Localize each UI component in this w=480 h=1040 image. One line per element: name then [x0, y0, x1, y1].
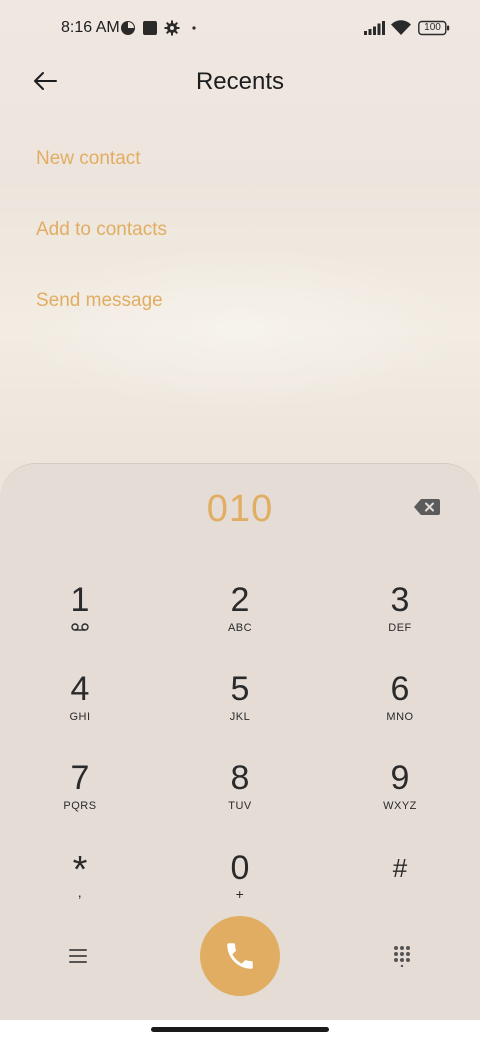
backspace-icon [414, 499, 440, 515]
key-4[interactable]: 4 GHI [20, 671, 140, 751]
gear-icon [164, 20, 180, 36]
phone-icon [227, 943, 253, 969]
backspace-button[interactable] [413, 497, 441, 517]
square-app-icon [142, 20, 158, 36]
status-bar: 8:16 AM 100 [0, 0, 480, 56]
menu-button[interactable] [58, 936, 98, 976]
key-6[interactable]: 6 MNO [340, 671, 460, 751]
wifi-icon [390, 20, 412, 36]
pie-chart-icon [120, 20, 136, 36]
app-bar: Recents [0, 56, 480, 108]
key-9[interactable]: 9 WXYZ [340, 760, 460, 840]
menu-icon [69, 949, 87, 963]
status-time: 8:16 AM [61, 19, 120, 36]
battery-level: 100 [424, 22, 441, 33]
keypad-icon [394, 946, 410, 967]
add-to-contacts-link[interactable]: Add to contacts [36, 219, 167, 241]
key-5[interactable]: 5 JKL [180, 671, 300, 751]
signal-icon [364, 20, 386, 36]
dot-icon [190, 20, 198, 36]
home-gesture-handle[interactable] [151, 1027, 329, 1032]
voicemail-icon [71, 623, 89, 631]
key-2[interactable]: 2 ABC [180, 582, 300, 662]
dialpad-panel: 010 1 2 ABC 3 DEF 4 GHI 5 JKL 6 MNO 7 PQ… [0, 463, 480, 1020]
page-title: Recents [195, 68, 285, 95]
key-8[interactable]: 8 TUV [180, 760, 300, 840]
key-hash[interactable]: # [340, 850, 460, 930]
key-1[interactable]: 1 [20, 582, 140, 662]
key-7[interactable]: 7 PQRS [20, 760, 140, 840]
key-star[interactable]: * , [20, 850, 140, 930]
call-button[interactable] [200, 916, 280, 996]
keypad-toggle-button[interactable] [382, 936, 422, 976]
send-message-link[interactable]: Send message [36, 290, 163, 312]
key-3[interactable]: 3 DEF [340, 582, 460, 662]
system-nav-bar [0, 1020, 480, 1040]
new-contact-link[interactable]: New contact [36, 148, 141, 170]
dialed-number: 010 [206, 488, 274, 530]
battery-icon: 100 [418, 20, 450, 36]
